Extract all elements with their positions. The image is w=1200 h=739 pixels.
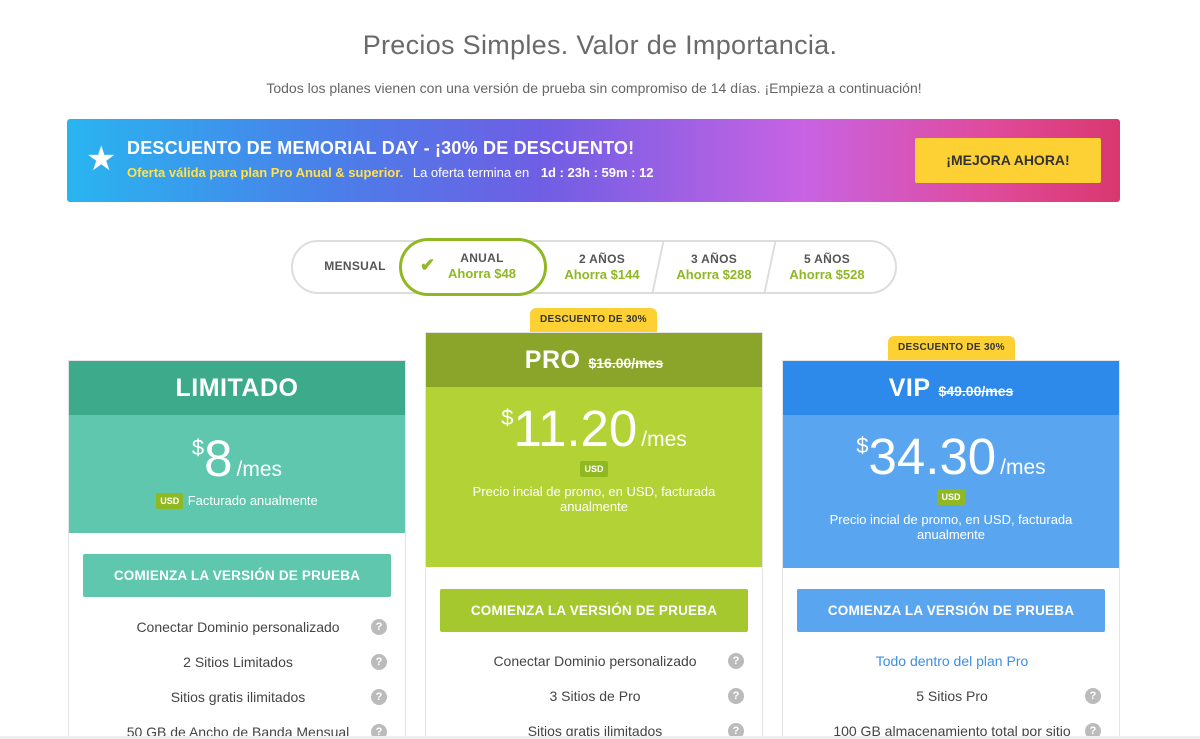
plan-card-pro: PRO $16.00/mes $11.20/mes USD Precio inci…: [425, 332, 763, 739]
billing-option-label: 5 AÑOS: [803, 252, 851, 266]
feature-item: Sitios gratis ilimitados?: [69, 689, 407, 705]
feature-item: 3 Sitios de Pro?: [426, 688, 764, 704]
billing-option-label: MENSUAL: [324, 259, 386, 273]
plan-old-price: $16.00/mes: [588, 355, 664, 371]
help-icon[interactable]: ?: [728, 653, 744, 669]
promo-offer-line: Oferta válida para plan Pro Anual & supe…: [127, 165, 654, 180]
billing-option-2-anos[interactable]: 2 AÑOS Ahorra $144: [551, 242, 653, 292]
plan-price-area: $11.20/mes USD Precio incial de promo, e…: [426, 387, 762, 567]
usd-badge: USD: [937, 488, 965, 505]
plan-card-limitado: LIMITADO $8/mes USD Facturado anualmente…: [68, 360, 406, 739]
billing-option-savings: Ahorra $144: [564, 267, 640, 282]
plan-price-area: $8/mes USD Facturado anualmente: [69, 415, 405, 533]
billing-period-toggle: MENSUAL ✔ ANUAL Ahorra $48 2 AÑOS Ahorra…: [291, 238, 897, 296]
help-icon[interactable]: ?: [371, 619, 387, 635]
help-icon[interactable]: ?: [728, 688, 744, 704]
billing-note: Facturado anualmente: [187, 493, 318, 508]
billing-option-label: ANUAL: [460, 251, 504, 265]
billing-option-anual[interactable]: ✔ ANUAL Ahorra $48: [399, 238, 547, 296]
billing-option-label: 2 AÑOS: [578, 252, 626, 266]
feature-item: Conectar Dominio personalizado?: [69, 619, 407, 635]
plan-header: PRO $16.00/mes: [426, 333, 762, 387]
promo-ends-text: La oferta termina en: [412, 165, 530, 180]
plan-name: VIP: [888, 374, 931, 402]
plan-price: $8/mes: [191, 430, 283, 487]
help-icon[interactable]: ?: [1085, 688, 1101, 704]
billing-note: Precio incial de promo, en USD, facturad…: [829, 512, 1073, 542]
billing-option-savings: Ahorra $48: [448, 266, 516, 281]
billing-note: Precio incial de promo, en USD, facturad…: [472, 484, 716, 514]
start-trial-button[interactable]: COMIENZA LA VERSIÓN DE PRUEBA: [440, 589, 748, 632]
feature-item: 5 Sitios Pro?: [783, 688, 1121, 704]
feature-item: 2 Sitios Limitados?: [69, 654, 407, 670]
plan-name: PRO: [524, 346, 581, 374]
usd-badge: USD: [156, 492, 184, 509]
discount-badge: DESCUENTO DE 30%: [888, 336, 1015, 360]
promo-countdown: 1d : 23h : 59m : 12: [540, 165, 654, 180]
upgrade-now-button[interactable]: ¡MEJORA AHORA!: [915, 138, 1101, 183]
plan-header: LIMITADO: [69, 361, 405, 415]
plan-card-vip: VIP $49.00/mes $34.30/mes USD Precio inci…: [782, 360, 1120, 739]
star-icon: ★: [86, 140, 117, 178]
plan-header: VIP $49.00/mes: [783, 361, 1119, 415]
billing-option-mensual[interactable]: MENSUAL: [307, 242, 403, 292]
billing-option-label: 3 AÑOS: [690, 252, 738, 266]
billing-option-savings: Ahorra $288: [676, 267, 752, 282]
plan-price: $11.20/mes: [501, 400, 687, 457]
page-subtitle: Todos los planes vienen con una versión …: [266, 80, 922, 96]
discount-badge: DESCUENTO DE 30%: [530, 308, 657, 332]
plan-old-price: $49.00/mes: [938, 383, 1014, 399]
page-title: Precios Simples. Valor de Importancia.: [362, 30, 838, 60]
start-trial-button[interactable]: COMIENZA LA VERSIÓN DE PRUEBA: [797, 589, 1105, 632]
plan-name: LIMITADO: [175, 374, 299, 402]
promo-headline: DESCUENTO DE MEMORIAL DAY - ¡30% DE DESC…: [127, 138, 635, 158]
promo-offer-text: Oferta válida para plan Pro Anual & supe…: [127, 165, 404, 180]
billing-option-3-anos[interactable]: 3 AÑOS Ahorra $288: [663, 242, 765, 292]
help-icon[interactable]: ?: [371, 654, 387, 670]
usd-badge: USD: [580, 460, 608, 477]
start-trial-button[interactable]: COMIENZA LA VERSIÓN DE PRUEBA: [83, 554, 391, 597]
promo-banner: ★ DESCUENTO DE MEMORIAL DAY - ¡30% DE DE…: [67, 119, 1120, 202]
feature-item: Todo dentro del plan Pro: [875, 653, 1029, 669]
plan-price-area: $34.30/mes USD Precio incial de promo, e…: [783, 415, 1119, 568]
feature-item: Conectar Dominio personalizado?: [426, 653, 764, 669]
billing-option-savings: Ahorra $528: [789, 267, 865, 282]
help-icon[interactable]: ?: [371, 689, 387, 705]
plan-price: $34.30/mes: [856, 428, 1046, 485]
billing-option-5-anos[interactable]: 5 AÑOS Ahorra $528: [775, 242, 879, 292]
